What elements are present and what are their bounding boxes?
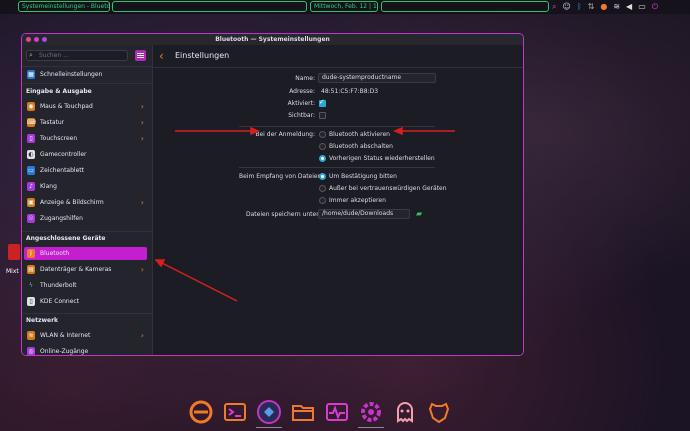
system-monitor-icon[interactable]	[324, 399, 350, 425]
annotation-arrows	[154, 126, 455, 302]
vpn-icon[interactable]	[256, 399, 282, 428]
annotation-arrow-bluetooth	[159, 261, 238, 302]
ghost-icon[interactable]	[392, 399, 418, 425]
settings-icon[interactable]	[358, 399, 384, 428]
brave-icon[interactable]	[426, 399, 452, 425]
annotation-arrowhead	[393, 126, 403, 136]
app-launcher-icon[interactable]	[188, 399, 214, 425]
file-manager-icon[interactable]	[290, 399, 316, 425]
terminal-icon[interactable]	[222, 399, 248, 425]
dock	[188, 399, 452, 428]
annotation-arrowhead	[154, 259, 166, 268]
annotation-arrowhead	[250, 126, 260, 136]
